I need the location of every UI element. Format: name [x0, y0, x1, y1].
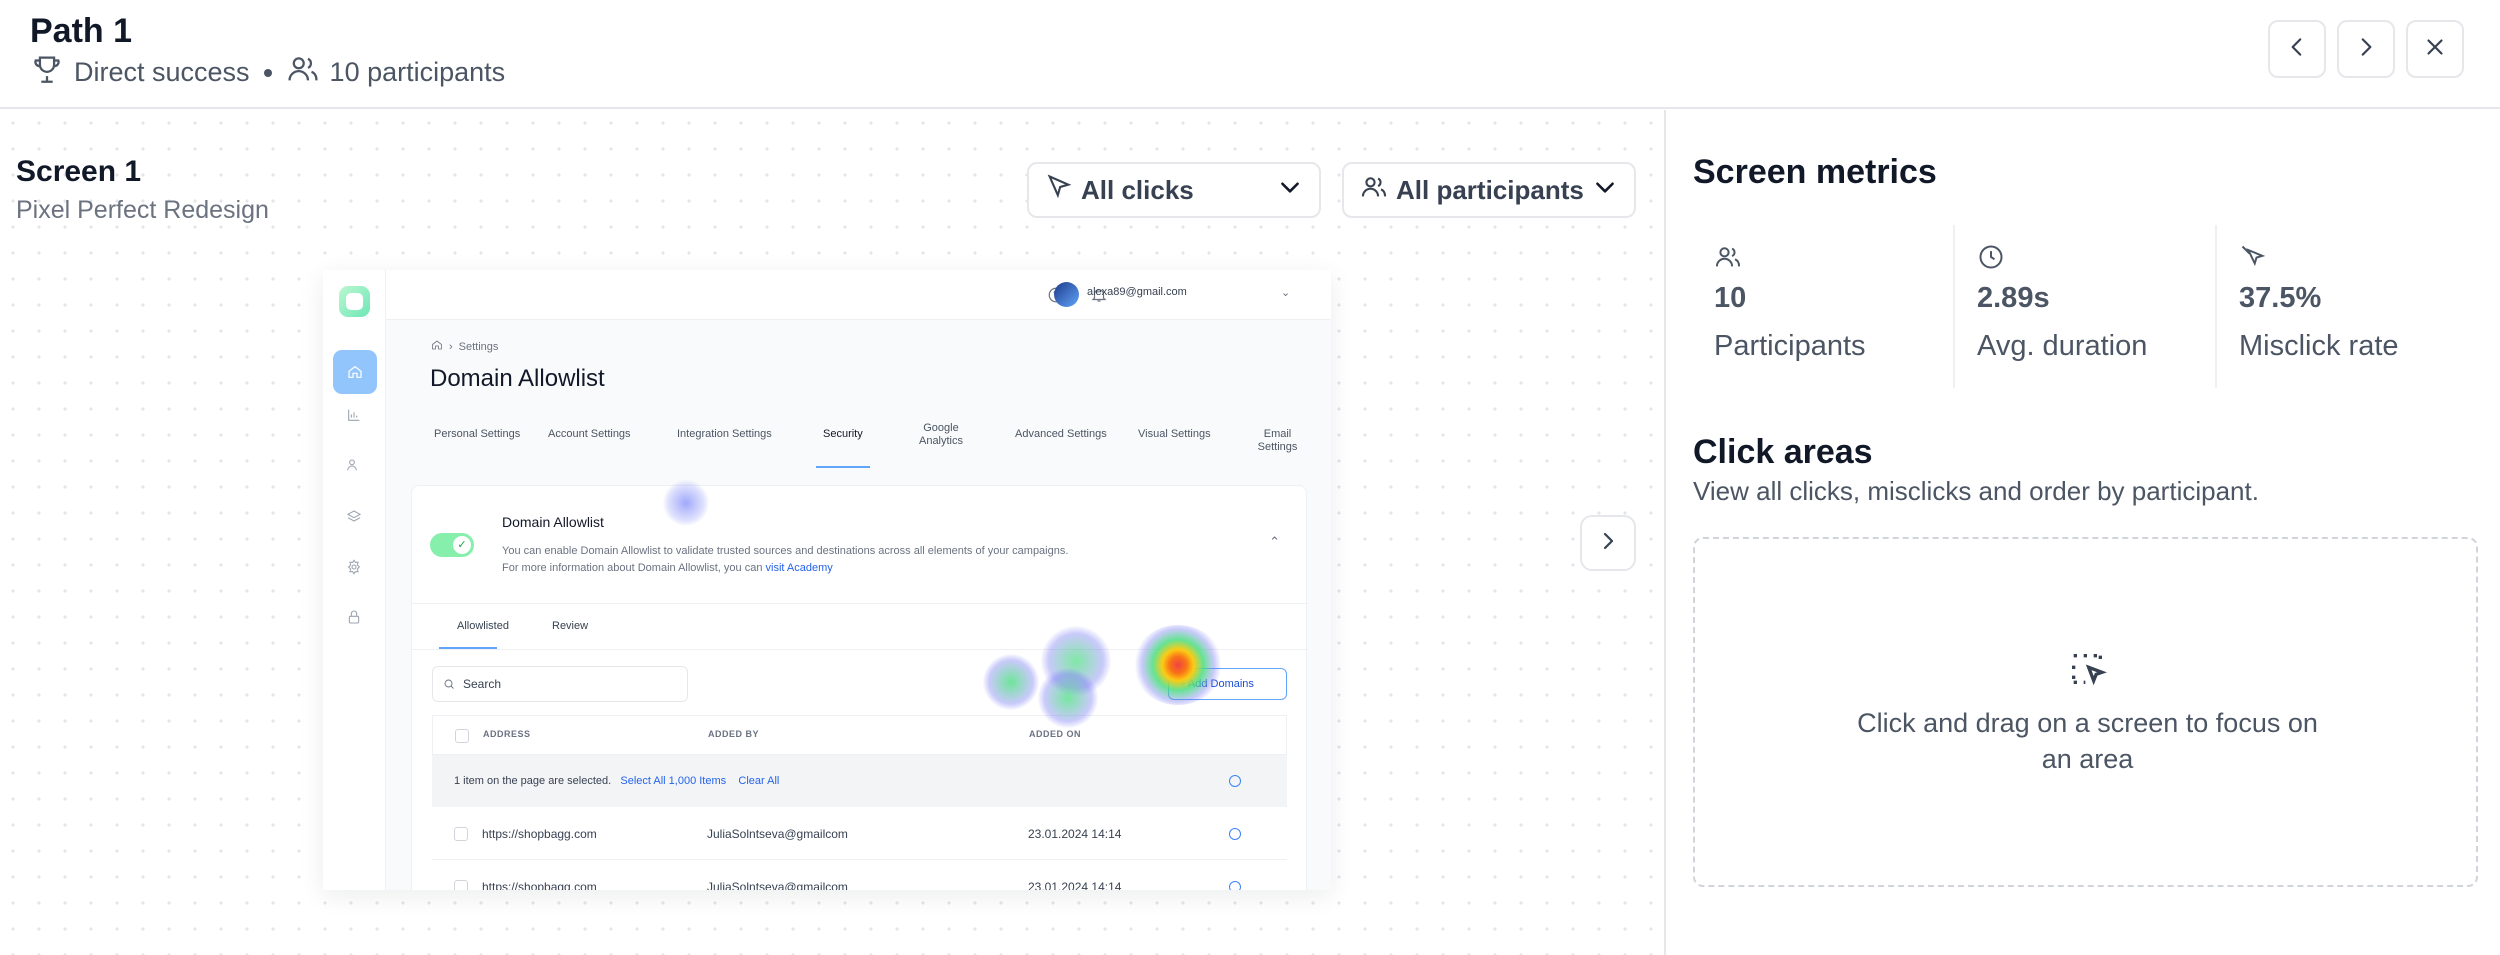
duration-label: Avg. duration: [1977, 330, 2148, 362]
preview-tab: Integration Settings: [677, 428, 772, 440]
path-meta: Direct success 10 participants: [30, 52, 505, 93]
chevron-down-icon: [1277, 174, 1303, 207]
table-row: https://shopbagg.com JuliaSolntseva@gmai…: [432, 860, 1287, 890]
click-areas-dropzone[interactable]: Click and drag on a screen to focus on a…: [1693, 537, 2478, 887]
layers-icon: [341, 504, 367, 530]
next-screen-button[interactable]: [1580, 515, 1636, 571]
avatar: [1054, 282, 1079, 307]
breadcrumb-separator: ›: [449, 340, 453, 353]
preview-allowlist-card: Domain Allowlist You can enable Domain A…: [411, 485, 1308, 890]
screen-subtitle: Pixel Perfect Redesign: [16, 196, 269, 224]
trophy-icon: [30, 52, 64, 93]
preview-add-domains-button: + Add Domains: [1168, 668, 1287, 700]
participants-filter-label: All participants: [1396, 174, 1584, 205]
preview-tab: Personal Settings: [434, 428, 521, 440]
chart-icon: [341, 402, 367, 428]
screen-title: Screen 1: [16, 155, 142, 188]
path-outcome: Direct success: [74, 57, 250, 87]
duration-metric: 2.89s Avg. duration: [1977, 225, 2207, 390]
preview-tab: Visual Settings: [1138, 428, 1211, 440]
preview-tab: Security: [823, 428, 863, 440]
misclick-value: 37.5%: [2239, 282, 2322, 314]
chevron-right-icon: [2353, 34, 2379, 65]
preview-selection-row: 1 item on the page are selected. Select …: [432, 755, 1287, 807]
chevron-left-icon: [2284, 34, 2310, 65]
click-areas-empty-message: Click and drag on a screen to focus on a…: [1857, 708, 2318, 774]
preview-subtab: Allowlisted: [457, 620, 509, 632]
preview-subtab: Review: [552, 620, 589, 632]
participants-filter-dropdown[interactable]: All participants: [1342, 162, 1636, 218]
preview-sidebar: [323, 270, 386, 890]
misclick-label: Misclick rate: [2239, 330, 2399, 362]
breadcrumb-item: Settings: [458, 340, 499, 353]
metric-divider: [1953, 225, 1955, 388]
lock-icon: [341, 604, 367, 630]
heatmap-canvas[interactable]: Screen 1 Pixel Perfect Redesign All clic…: [0, 110, 1664, 955]
breadcrumb: › Settings: [431, 339, 498, 354]
preview-toggle: [430, 533, 474, 557]
preview-card-title: Domain Allowlist: [502, 514, 604, 530]
preview-tab: Account Settings: [548, 428, 631, 440]
screen-metrics-title: Screen metrics: [1693, 153, 1937, 191]
preview-table-header: ADDRESS ADDED BY ADDED ON: [432, 715, 1287, 755]
cursor-icon: [1045, 173, 1073, 208]
chevron-down-icon: [1592, 174, 1618, 207]
close-button[interactable]: [2406, 20, 2464, 78]
home-icon: [431, 339, 443, 354]
participants-label: Participants: [1714, 330, 1866, 362]
preview-settings-tabs: Personal Settings Account Settings Integ…: [431, 418, 1311, 466]
participants-value: 10: [1714, 282, 1747, 314]
chevron-right-icon: [1596, 529, 1620, 558]
users-icon: [1360, 173, 1388, 208]
preview-tab: Email Settings: [1257, 428, 1298, 453]
preview-page-title: Domain Allowlist: [430, 365, 605, 392]
preview-tab: Google Analytics: [918, 422, 964, 447]
home-icon: [333, 350, 377, 394]
metric-divider: [2215, 225, 2217, 388]
preview-search: Search: [432, 666, 688, 702]
settings-icon: [341, 554, 367, 580]
preview-tab-indicator: [816, 466, 870, 468]
pane-divider: [1664, 110, 1666, 955]
previous-path-button[interactable]: [2268, 20, 2326, 78]
click-areas-title: Click areas: [1693, 433, 1873, 471]
chevron-down-icon: ⌄: [1281, 287, 1291, 299]
click-areas-subtitle: View all clicks, misclicks and order by …: [1693, 476, 2259, 506]
table-row: https://shopbagg.com JuliaSolntseva@gmai…: [432, 807, 1287, 860]
preview-topbar: [386, 270, 1331, 320]
duration-value: 2.89s: [1977, 282, 2050, 314]
clicks-filter-dropdown[interactable]: All clicks: [1027, 162, 1321, 218]
path-header: Path 1 Direct success 10 participants: [0, 0, 2500, 109]
separator-dot: [263, 68, 272, 77]
next-path-button[interactable]: [2337, 20, 2395, 78]
preview-tab: Advanced Settings: [1015, 428, 1107, 440]
preview-card-description: You can enable Domain Allowlist to valid…: [502, 545, 1069, 574]
close-icon: [2422, 34, 2448, 65]
chevron-up-icon: ⌃: [1269, 534, 1280, 549]
preview-user-email: alexa89@gmail.com: [1087, 286, 1187, 298]
users-icon: [341, 452, 367, 478]
misclick-metric: 37.5% Misclick rate: [2239, 225, 2469, 390]
screen-preview[interactable]: alexa89@gmail.com ⌄ › Settings Domain Al…: [323, 270, 1331, 890]
clicks-filter-label: All clicks: [1081, 174, 1194, 205]
path-title: Path 1: [30, 12, 133, 50]
path-participants: 10 participants: [329, 57, 506, 87]
app-logo: [339, 286, 370, 317]
users-icon: [286, 52, 320, 93]
search-icon: [444, 679, 454, 689]
participants-metric: 10 Participants: [1714, 225, 1944, 390]
